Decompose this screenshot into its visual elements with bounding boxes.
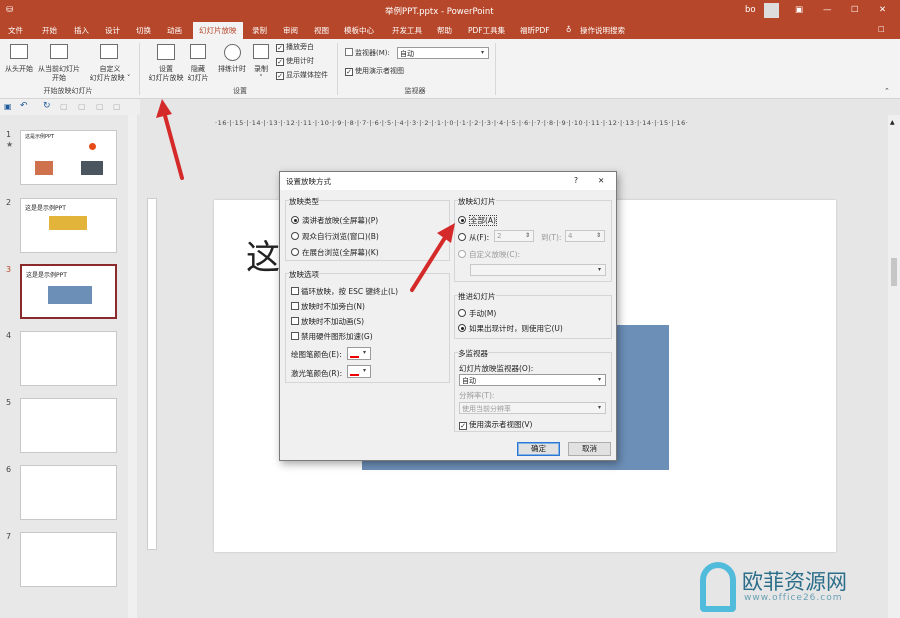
arrow-overlay xyxy=(156,99,455,292)
arrow-head-icon xyxy=(437,223,455,243)
arrow-to-all-radio xyxy=(410,234,448,292)
arrow-head-icon xyxy=(156,99,172,118)
arrow-to-setup-button xyxy=(162,110,184,180)
